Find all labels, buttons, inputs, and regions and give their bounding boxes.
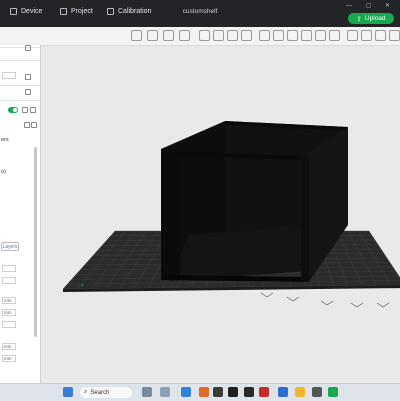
search-placeholder: Search [90, 390, 109, 396]
upload-icon: ⇪ [356, 15, 361, 23]
printer-select[interactable] [2, 72, 16, 79]
divider [0, 47, 40, 48]
task-view-icon[interactable] [160, 387, 170, 397]
window-controls[interactable]: — ▢ ✕ [346, 2, 396, 9]
taskbar: ⌕ Search [0, 383, 400, 401]
move-icon[interactable] [259, 30, 270, 41]
plate-settings-icon[interactable] [227, 30, 238, 41]
file-explorer-icon[interactable] [278, 387, 288, 397]
3d-viewport[interactable]: ● [41, 45, 400, 383]
upload-label: Upload [365, 15, 386, 22]
setting-label: o) [1, 169, 6, 175]
edge-icon[interactable] [181, 387, 191, 397]
title-bar: Device Project Calibration customshelf —… [0, 0, 400, 27]
split-icon[interactable] [199, 30, 210, 41]
layers-button[interactable]: Layers [1, 242, 19, 251]
edit-icon[interactable] [24, 122, 30, 128]
setting-field[interactable]: mm [2, 297, 16, 304]
measure-icon[interactable] [389, 30, 400, 41]
folder-icon[interactable] [295, 387, 305, 397]
settings-sidebar: ers o) Layers mm mm mm mm [0, 45, 41, 383]
seam-paint-icon[interactable] [361, 30, 372, 41]
lay-on-face-icon[interactable] [301, 30, 312, 41]
terminal-icon[interactable] [228, 387, 238, 397]
setting-field[interactable] [2, 277, 16, 284]
upload-button[interactable]: ⇪ Upload [348, 13, 394, 24]
compare-icon[interactable] [30, 107, 36, 113]
sidebar-scrollbar[interactable] [34, 147, 37, 337]
firefox-icon[interactable] [199, 387, 209, 397]
app-icon[interactable] [213, 387, 223, 397]
search-icon[interactable] [31, 122, 37, 128]
auto-orient-icon[interactable] [163, 30, 174, 41]
text-tool-icon[interactable] [375, 30, 386, 41]
layout-icon[interactable] [213, 30, 224, 41]
edit-icon[interactable] [25, 89, 31, 95]
arrange-icon[interactable] [179, 30, 190, 41]
divider [0, 60, 40, 61]
mesh-boolean-icon[interactable] [329, 30, 340, 41]
widget-icon[interactable] [142, 387, 152, 397]
setting-field[interactable] [2, 265, 16, 272]
setting-field[interactable] [2, 321, 16, 328]
search-box[interactable]: ⌕ Search [80, 387, 132, 398]
search-icon: ⌕ [84, 389, 87, 396]
scale-icon[interactable] [287, 30, 298, 41]
setting-field[interactable]: mm [2, 343, 16, 350]
add-plate-icon[interactable] [147, 30, 158, 41]
section-label: ers [1, 137, 9, 143]
window-title: customshelf [0, 8, 400, 15]
settings-icon[interactable] [25, 74, 31, 80]
edit-icon[interactable] [25, 45, 31, 51]
plate-ruler [261, 293, 389, 307]
add-object-icon[interactable] [131, 30, 142, 41]
variable-layer-icon[interactable] [241, 30, 252, 41]
netflix-icon[interactable] [259, 387, 269, 397]
toggle-switch[interactable] [8, 107, 18, 113]
bambu-studio-icon[interactable] [328, 387, 338, 397]
setting-field[interactable]: mm [2, 309, 16, 316]
save-icon[interactable] [22, 107, 28, 113]
support-paint-icon[interactable] [347, 30, 358, 41]
app-icon[interactable] [244, 387, 254, 397]
viewport-canvas[interactable]: ● [41, 45, 400, 383]
divider [0, 85, 40, 86]
shelf-model[interactable] [161, 121, 348, 282]
setting-field[interactable]: mm [2, 355, 16, 362]
toolbar [0, 27, 400, 46]
divider [0, 100, 40, 101]
start-icon[interactable] [63, 387, 73, 397]
cut-icon[interactable] [315, 30, 326, 41]
rotate-icon[interactable] [273, 30, 284, 41]
app-icon[interactable] [312, 387, 322, 397]
